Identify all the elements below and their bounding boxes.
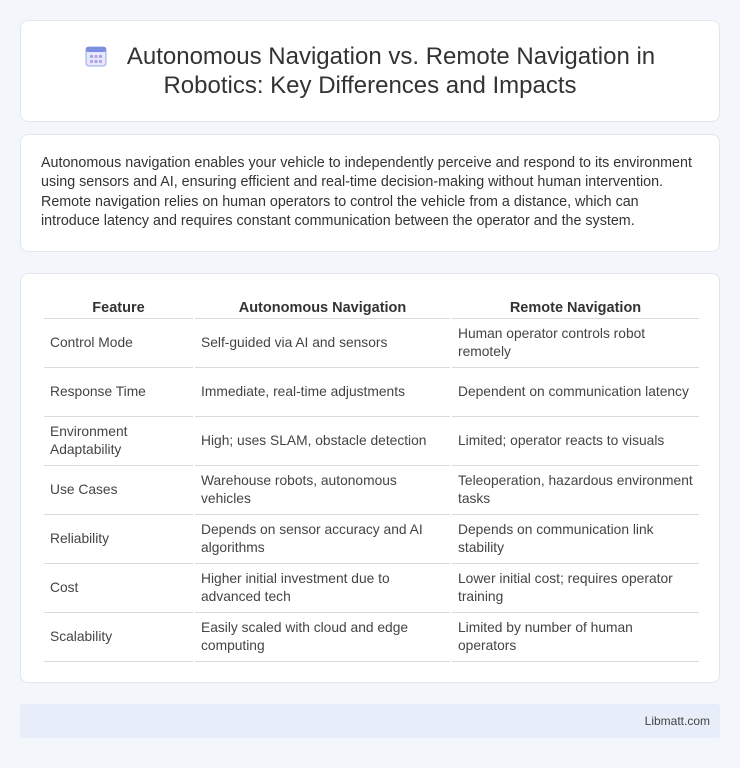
feature-cell: Cost — [44, 564, 193, 613]
feature-cell: Scalability — [44, 613, 193, 662]
remote-cell: Teleoperation, hazardous environment tas… — [452, 466, 699, 515]
autonomous-cell: Immediate, real-time adjustments — [195, 368, 450, 417]
feature-cell: Use Cases — [44, 466, 193, 515]
autonomous-cell: High; uses SLAM, obstacle detection — [195, 417, 450, 466]
intro-paragraph: Autonomous navigation enables your vehic… — [41, 155, 692, 230]
table-row: Control Mode Self-guided via AI and sens… — [44, 319, 699, 368]
page-title: Autonomous Navigation vs. Remote Navigat… — [61, 42, 679, 100]
autonomous-cell: Easily scaled with cloud and edge comput… — [195, 613, 450, 662]
table-row: Cost Higher initial investment due to ad… — [44, 564, 699, 613]
header-autonomous: Autonomous Navigation — [195, 294, 450, 319]
table-row: Environment Adaptability High; uses SLAM… — [44, 417, 699, 466]
remote-cell: Lower initial cost; requires operator tr… — [452, 564, 699, 613]
comparison-table: Feature Autonomous Navigation Remote Nav… — [42, 294, 701, 662]
feature-cell: Environment Adaptability — [44, 417, 193, 466]
page-title-text: Autonomous Navigation vs. Remote Navigat… — [126, 43, 656, 99]
autonomous-cell: Warehouse robots, autonomous vehicles — [195, 466, 450, 515]
intro-card: Autonomous navigation enables your vehic… — [20, 134, 720, 252]
remote-cell: Limited by number of human operators — [452, 613, 699, 662]
title-card: Autonomous Navigation vs. Remote Navigat… — [20, 20, 720, 122]
autonomous-cell: Self-guided via AI and sensors — [195, 319, 450, 368]
remote-cell: Depends on communication link stability — [452, 515, 699, 564]
table-row: Reliability Depends on sensor accuracy a… — [44, 515, 699, 564]
feature-cell: Response Time — [44, 368, 193, 417]
table-row: Use Cases Warehouse robots, autonomous v… — [44, 466, 699, 515]
table-row: Scalability Easily scaled with cloud and… — [44, 613, 699, 662]
calendar-icon — [85, 46, 107, 67]
header-remote: Remote Navigation — [452, 294, 699, 319]
footer-site-link[interactable]: Libmatt.com — [645, 714, 710, 728]
remote-cell: Human operator controls robot remotely — [452, 319, 699, 368]
header-feature: Feature — [44, 294, 193, 319]
comparison-card: Feature Autonomous Navigation Remote Nav… — [20, 273, 720, 683]
autonomous-cell: Higher initial investment due to advance… — [195, 564, 450, 613]
remote-cell: Dependent on communication latency — [452, 368, 699, 417]
page-title-wrapper: Autonomous Navigation vs. Remote Navigat… — [61, 42, 679, 100]
table-header-row: Feature Autonomous Navigation Remote Nav… — [44, 294, 699, 319]
remote-cell: Limited; operator reacts to visuals — [452, 417, 699, 466]
autonomous-cell: Depends on sensor accuracy and AI algori… — [195, 515, 450, 564]
feature-cell: Control Mode — [44, 319, 193, 368]
footer: Libmatt.com — [20, 704, 720, 738]
feature-cell: Reliability — [44, 515, 193, 564]
table-row: Response Time Immediate, real-time adjus… — [44, 368, 699, 417]
